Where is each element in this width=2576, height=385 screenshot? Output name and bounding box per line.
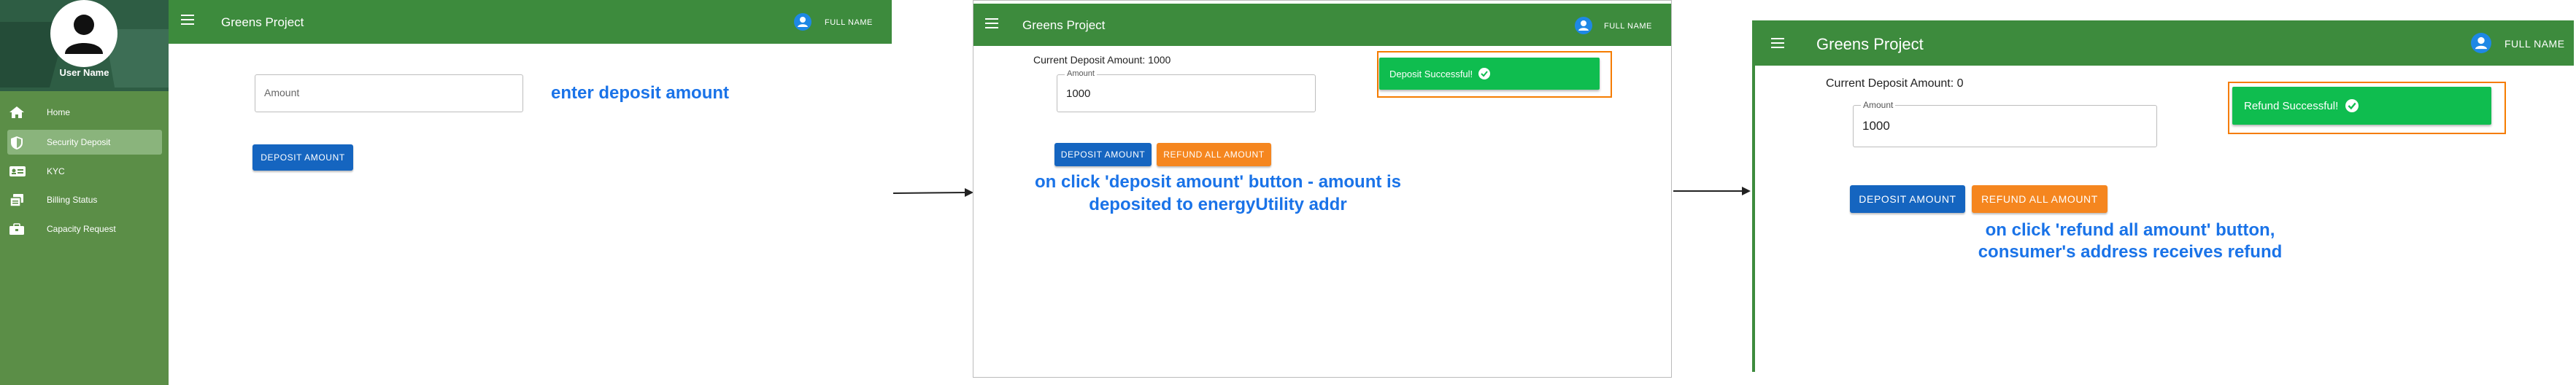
sidebar-username: User Name <box>59 67 109 78</box>
amount-value: 1000 <box>1862 119 1890 133</box>
user-full-name: FULL NAME <box>825 18 873 27</box>
app-title: Greens Project <box>1816 35 1924 53</box>
toast-message: Deposit Successful! <box>1389 69 1473 79</box>
check-circle-icon <box>2345 99 2359 112</box>
amount-input[interactable]: Amount 1000 <box>1057 69 1316 112</box>
amount-placeholder: Amount <box>264 87 300 98</box>
menu-icon[interactable] <box>1771 38 1784 51</box>
current-deposit-amount: Current Deposit Amount: 1000 <box>1033 54 1171 66</box>
shield-icon <box>9 136 26 149</box>
annotation-line: consumer's address receives refund <box>1978 242 2283 262</box>
sidebar-item-home[interactable]: Home <box>0 100 169 125</box>
account-circle-icon[interactable] <box>1575 17 1592 34</box>
toast-message: Refund Successful! <box>2244 100 2339 112</box>
sidebar-item-billing-status[interactable]: Billing Status <box>0 187 169 212</box>
screenshot-panel-deposit: Greens Project FULL NAME Current Deposit… <box>973 0 1672 378</box>
deposit-success-toast: Deposit Successful! <box>1379 58 1600 90</box>
amount-label: Amount <box>1065 69 1097 78</box>
app-bar: Greens Project FULL NAME <box>169 0 892 44</box>
amount-input[interactable]: Amount <box>255 74 523 112</box>
check-circle-icon <box>1478 68 1490 79</box>
sidebar-item-label: KYC <box>47 166 65 176</box>
home-icon <box>9 106 26 119</box>
menu-icon[interactable] <box>985 18 998 31</box>
refund-all-amount-button[interactable]: REFUND ALL AMOUNT <box>1972 185 2108 213</box>
amount-value: 1000 <box>1066 88 1091 100</box>
annotation-line: on click 'refund all amount' button, <box>1985 220 2275 240</box>
account-circle-icon[interactable] <box>2471 33 2491 53</box>
app-bar: Greens Project FULL NAME <box>1755 20 2574 66</box>
screenshot-panel-initial: User Name Home Security Deposit KYC Bill… <box>0 0 892 385</box>
sidebar-item-label: Security Deposit <box>47 137 111 147</box>
refund-success-toast: Refund Successful! <box>2232 87 2491 125</box>
deposit-amount-button[interactable]: DEPOSIT AMOUNT <box>1054 143 1152 166</box>
menu-icon[interactable] <box>181 15 194 28</box>
annotation-line: on click 'deposit amount' button - amoun… <box>1034 172 1402 192</box>
app-title: Greens Project <box>1022 18 1106 32</box>
sidebar-item-kyc[interactable]: KYC <box>0 159 169 184</box>
user-full-name: FULL NAME <box>2504 38 2565 50</box>
deposit-amount-button[interactable]: DEPOSIT AMOUNT <box>252 144 353 171</box>
annotation-line: deposited to energyUtility addr <box>1089 195 1347 214</box>
user-full-name: FULL NAME <box>1604 22 1652 31</box>
screenshot-panel-refund: Greens Project FULL NAME Current Deposit… <box>1752 20 2576 372</box>
app-bar: Greens Project FULL NAME <box>973 4 1671 46</box>
refund-all-amount-button[interactable]: REFUND ALL AMOUNT <box>1157 143 1271 166</box>
briefcase-icon <box>9 222 26 236</box>
id-card-icon <box>9 165 26 178</box>
user-avatar-icon <box>65 15 103 54</box>
sidebar-edge <box>1752 20 1755 372</box>
amount-input[interactable]: Amount 1000 <box>1853 100 2157 147</box>
sidebar-item-capacity-request[interactable]: Capacity Request <box>0 217 169 241</box>
avatar[interactable] <box>50 0 117 67</box>
sidebar: User Name Home Security Deposit KYC Bill… <box>0 0 169 385</box>
amount-label: Amount <box>1861 100 1896 110</box>
arrow-right-icon <box>1673 187 1751 195</box>
current-deposit-amount: Current Deposit Amount: 0 <box>1826 77 1964 90</box>
sidebar-header: User Name <box>0 0 169 91</box>
sidebar-item-label: Billing Status <box>47 195 98 205</box>
billing-icon <box>9 193 26 207</box>
annotation-deposit-click: on click 'deposit amount' button - amoun… <box>1025 171 1411 216</box>
sidebar-item-label: Capacity Request <box>47 224 116 234</box>
sidebar-item-label: Home <box>47 107 71 117</box>
annotation-refund-click: on click 'refund all amount' button, con… <box>1933 219 2327 263</box>
sidebar-item-security-deposit[interactable]: Security Deposit <box>7 130 162 155</box>
deposit-amount-button[interactable]: DEPOSIT AMOUNT <box>1850 185 1965 213</box>
app-title: Greens Project <box>221 15 304 29</box>
arrow-right-icon <box>892 188 973 197</box>
annotation-enter-deposit: enter deposit amount <box>551 83 730 103</box>
account-circle-icon[interactable] <box>794 13 811 31</box>
